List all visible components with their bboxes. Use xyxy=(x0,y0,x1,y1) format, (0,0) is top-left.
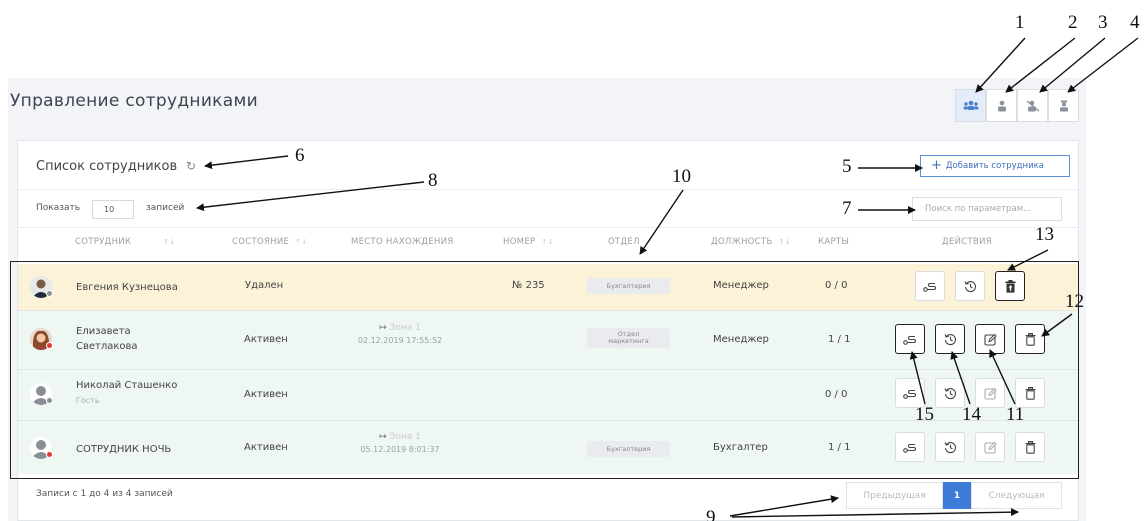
annotation-arrows xyxy=(196,37,1139,518)
